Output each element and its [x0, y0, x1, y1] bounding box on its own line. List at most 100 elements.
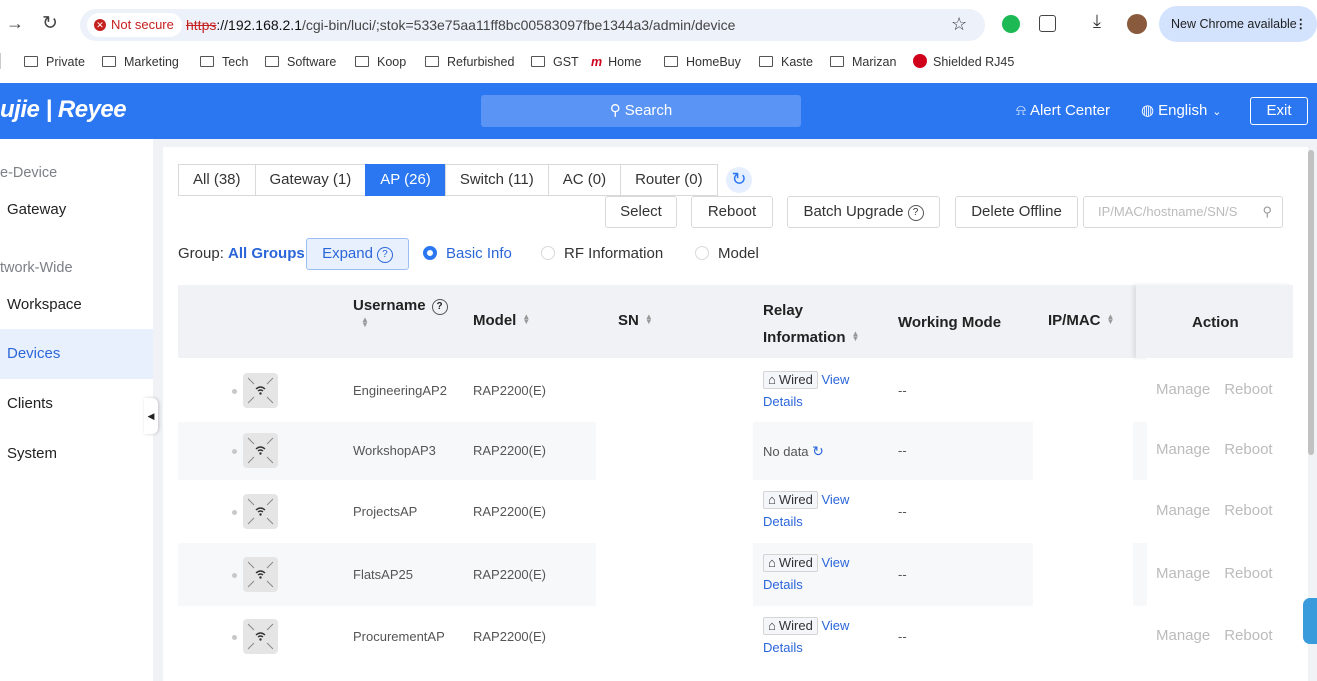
folder-icon [664, 56, 678, 67]
bookmark-marizan[interactable]: Marizan [830, 53, 896, 71]
sidebar-item-devices[interactable]: Devices [0, 329, 153, 379]
floating-help-icon[interactable] [1303, 598, 1317, 644]
chevron-down-icon: ⌄ [1212, 106, 1222, 118]
tab-ap[interactable]: AP (26) [365, 164, 446, 196]
view-details-link[interactable]: View [821, 372, 849, 387]
device-filter-input[interactable]: IP/MAC/hostname/SN/S ⚲ [1083, 196, 1283, 228]
bookmark-homebuy[interactable]: HomeBuy [664, 53, 741, 71]
col-sn[interactable]: SN ▲ ▼ [618, 312, 653, 329]
manage-button[interactable]: Manage [1156, 565, 1210, 582]
bookmark-gst[interactable]: GST [531, 53, 579, 71]
sidebar-item-gateway[interactable]: Gateway [0, 185, 153, 235]
wired-badge: ⌂ Wired [763, 554, 818, 572]
expand-button[interactable]: Expand? [306, 238, 409, 270]
bookmark-private[interactable]: Private [24, 53, 85, 71]
cell-relay: ⌂ Wired View Details [763, 615, 849, 659]
view-details-link[interactable]: Details [763, 640, 803, 655]
bookmark-kaste[interactable]: Kaste [759, 53, 813, 71]
ethernet-icon: ⌂ [768, 492, 776, 507]
manage-button[interactable]: Manage [1156, 627, 1210, 644]
view-details-link[interactable]: View [821, 618, 849, 633]
row-reboot-button[interactable]: Reboot [1224, 627, 1272, 644]
alert-center-link[interactable]: ⍾ Alert Center [1016, 83, 1110, 139]
language-select[interactable]: ◍ English ⌄ [1141, 83, 1222, 140]
cell-working-mode: -- [898, 629, 907, 644]
bookmark-software[interactable]: Software [265, 53, 336, 71]
access-point-icon [243, 433, 278, 468]
table-row: WorkshopAP3 RAP2200(E) No data ↻ -- [178, 422, 1293, 480]
manage-button[interactable]: Manage [1156, 502, 1210, 519]
row-reboot-button[interactable]: Reboot [1224, 381, 1272, 398]
tab-gateway[interactable]: Gateway (1) [254, 164, 367, 196]
view-details-link[interactable]: Details [763, 514, 803, 529]
profile-avatar[interactable] [1127, 14, 1147, 34]
security-indicator[interactable]: ✕ Not secure [87, 13, 182, 37]
ethernet-icon: ⌂ [768, 372, 776, 387]
bookmark-koop[interactable]: Koop [355, 53, 406, 71]
col-ip-mac[interactable]: IP/MAC ▲ ▼ [1048, 312, 1115, 329]
reboot-button[interactable]: Reboot [691, 196, 773, 228]
view-details-link[interactable]: View [821, 555, 849, 570]
cell-ip-mac [1033, 480, 1133, 543]
vertical-scrollbar[interactable] [1308, 150, 1314, 455]
extensions-puzzle-icon[interactable] [1039, 15, 1056, 32]
bookmark-star-icon[interactable]: ☆ [951, 14, 967, 35]
sidebar-group-device: e-Device [0, 165, 58, 181]
col-model[interactable]: Model ▲ ▼ [473, 312, 530, 329]
bookmark-refurbished[interactable]: Refurbished [425, 53, 514, 71]
extension-icon[interactable] [1002, 15, 1020, 33]
bookmark-home[interactable]: m Home [591, 53, 641, 71]
global-search[interactable]: ⚲ Search [481, 95, 801, 127]
home-logo-icon: m [591, 55, 603, 69]
cell-model: RAP2200(E) [473, 383, 546, 398]
sidebar-item-clients[interactable]: Clients [0, 379, 153, 429]
folder-icon [265, 56, 279, 67]
tab-switch[interactable]: Switch (11) [444, 164, 549, 196]
bookmark-marketing[interactable]: Marketing [102, 53, 179, 71]
bookmark-tech[interactable]: Tech [200, 53, 248, 71]
group-select[interactable]: All Groups [228, 245, 305, 262]
cell-sn [596, 422, 753, 480]
sidebar-item-system[interactable]: System [0, 429, 153, 479]
wired-badge: ⌂ Wired [763, 371, 818, 389]
row-reboot-button[interactable]: Reboot [1224, 502, 1272, 519]
app-header: ujie | Reyee ⚲ Search ⍾ Alert Center ◍ Engl… [0, 83, 1317, 139]
view-details-link[interactable]: View [821, 492, 849, 507]
back-icon[interactable]: → [6, 13, 24, 34]
select-button[interactable]: Select [605, 196, 677, 228]
access-point-icon [243, 373, 278, 408]
row-reboot-button[interactable]: Reboot [1224, 565, 1272, 582]
col-username[interactable]: Username? ▲ ▼ [353, 297, 448, 332]
cell-model: RAP2200(E) [473, 629, 546, 644]
exit-button[interactable]: Exit [1250, 97, 1308, 125]
radio-rf-information[interactable]: RF Information [541, 238, 663, 270]
row-reboot-button[interactable]: Reboot [1224, 441, 1272, 458]
refresh-icon[interactable]: ↻ [726, 167, 752, 193]
cell-username: EngineeringAP2 [353, 383, 447, 398]
sort-icon: ▲ ▼ [644, 312, 653, 326]
folder-icon [759, 56, 773, 67]
sidebar-item-workspace[interactable]: Workspace [0, 280, 153, 330]
view-details-link[interactable]: Details [763, 577, 803, 592]
group-label: Group: All Groups [178, 245, 305, 262]
row-actions: Manage Reboot [1156, 381, 1273, 399]
col-relay-information[interactable]: Relay Information ▲ ▼ [763, 297, 860, 351]
radio-model[interactable]: Model [695, 238, 759, 270]
manage-button[interactable]: Manage [1156, 441, 1210, 458]
reload-icon[interactable]: ↻ [42, 12, 58, 35]
collapse-sidebar-button[interactable]: ◀ [144, 398, 158, 434]
download-icon[interactable]: ⤓ [1093, 11, 1101, 32]
address-bar[interactable]: ✕ Not secure https://192.168.2.1/cgi-bin/… [80, 9, 985, 41]
manage-button[interactable]: Manage [1156, 381, 1210, 398]
refresh-icon[interactable]: ↻ [812, 443, 824, 459]
view-details-link[interactable]: Details [763, 394, 803, 409]
bookmark-sep [0, 53, 1, 71]
tab-all[interactable]: All (38) [178, 164, 256, 196]
batch-upgrade-button[interactable]: Batch Upgrade? [787, 196, 940, 228]
tab-router[interactable]: Router (0) [620, 164, 718, 196]
radio-basic-info[interactable]: Basic Info [423, 238, 512, 270]
delete-offline-button[interactable]: Delete Offline [955, 196, 1078, 228]
new-chrome-button[interactable]: New Chrome available ⋮ [1159, 6, 1317, 42]
tab-ac[interactable]: AC (0) [547, 164, 622, 196]
bookmark-shielded[interactable]: Shielded RJ45 [913, 53, 1014, 71]
